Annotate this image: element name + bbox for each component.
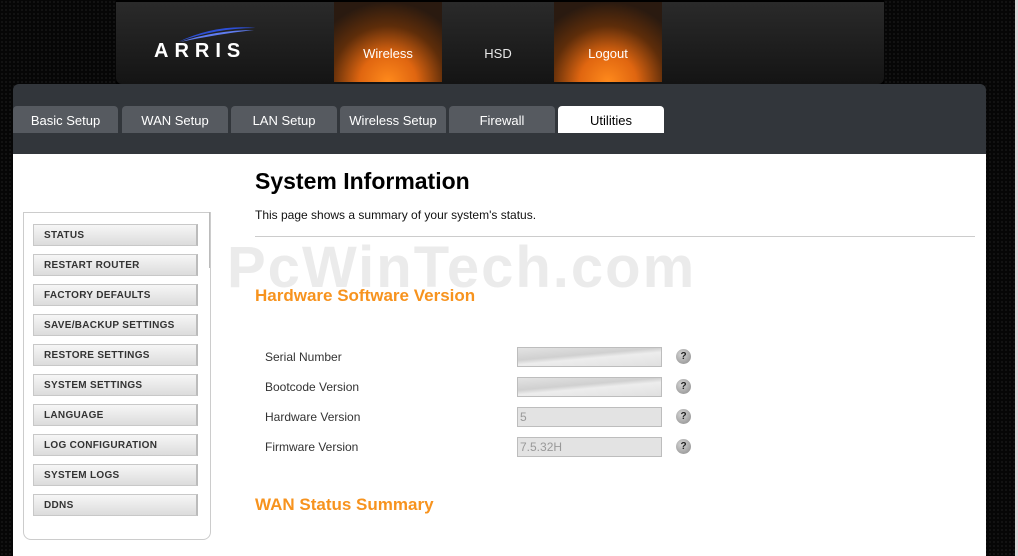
sidebar-item-factory-defaults[interactable]: FACTORY DEFAULTS xyxy=(33,284,198,306)
serial-number-field[interactable] xyxy=(517,347,662,367)
tab-wireless-setup[interactable]: Wireless Setup xyxy=(340,106,446,133)
divider xyxy=(255,236,975,237)
sidebar-item-log-configuration[interactable]: LOG CONFIGURATION xyxy=(33,434,198,456)
bootcode-version-field[interactable] xyxy=(517,377,662,397)
sidebar-item-restore-settings[interactable]: RESTORE SETTINGS xyxy=(33,344,198,366)
serial-number-help-icon[interactable]: ? xyxy=(676,349,691,364)
sidebar-item-system-settings[interactable]: SYSTEM SETTINGS xyxy=(33,374,198,396)
page-description: This page shows a summary of your system… xyxy=(255,208,537,222)
content-area: STATUS RESTART ROUTER FACTORY DEFAULTS S… xyxy=(13,154,986,556)
sidebar-item-ddns[interactable]: DDNS xyxy=(33,494,198,516)
sidebar-divider xyxy=(209,212,210,268)
tab-firewall[interactable]: Firewall xyxy=(449,106,555,133)
top-tab-wireless[interactable]: Wireless xyxy=(334,2,442,82)
bootcode-version-help-icon[interactable]: ? xyxy=(676,379,691,394)
page-title: System Information xyxy=(255,168,470,194)
main-panel: Basic Setup WAN Setup LAN Setup Wireless… xyxy=(13,84,986,556)
hardware-version-label: Hardware Version xyxy=(265,410,361,424)
sidebar-item-restart-router[interactable]: RESTART ROUTER xyxy=(33,254,198,276)
tab-wan-setup[interactable]: WAN Setup xyxy=(122,106,228,133)
serial-number-label: Serial Number xyxy=(265,350,342,364)
top-tab-logout[interactable]: Logout xyxy=(554,2,662,82)
firmware-version-field[interactable] xyxy=(517,437,662,457)
sidebar-item-language[interactable]: LANGUAGE xyxy=(33,404,198,426)
sidebar-item-status[interactable]: STATUS xyxy=(33,224,198,246)
tab-lan-setup[interactable]: LAN Setup xyxy=(231,106,337,133)
arris-logo: ARRIS xyxy=(154,40,247,62)
hardware-software-version-heading: Hardware Software Version xyxy=(255,286,476,305)
firmware-version-label: Firmware Version xyxy=(265,440,359,454)
tab-basic-setup[interactable]: Basic Setup xyxy=(13,106,118,133)
sidebar-item-save-backup-settings[interactable]: SAVE/BACKUP SETTINGS xyxy=(33,314,198,336)
hardware-version-help-icon[interactable]: ? xyxy=(676,409,691,424)
top-navigation-bar: ARRIS Wireless HSD Logout xyxy=(116,2,884,84)
tab-utilities[interactable]: Utilities xyxy=(558,106,664,133)
bootcode-version-label: Bootcode Version xyxy=(265,380,360,394)
top-tab-hsd[interactable]: HSD xyxy=(444,2,552,82)
firmware-version-help-icon[interactable]: ? xyxy=(676,439,691,454)
wan-status-summary-heading: WAN Status Summary xyxy=(255,495,434,514)
hardware-version-field[interactable] xyxy=(517,407,662,427)
sidebar-item-system-logs[interactable]: SYSTEM LOGS xyxy=(33,464,198,486)
